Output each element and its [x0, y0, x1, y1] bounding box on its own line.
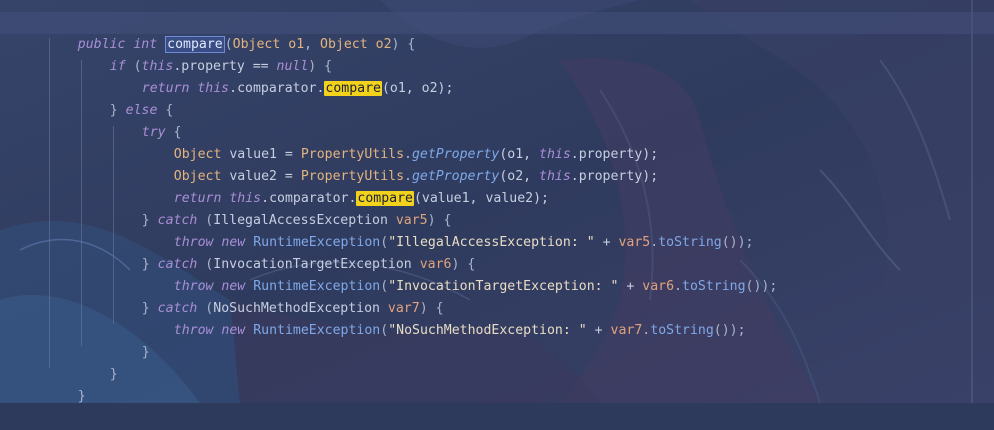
closing-brace: } — [141, 345, 150, 360]
code-line-2[interactable]: if (this.property == null) { — [78, 34, 332, 74]
string-literal: "NoSuchMethodException: " — [388, 323, 587, 338]
closing-brace: } — [109, 367, 118, 382]
punctuation: . — [650, 235, 659, 250]
punctuation: ()); — [713, 323, 746, 338]
code-line-10[interactable]: throw new RuntimeException("IllegalAcces… — [142, 210, 754, 250]
keyword-this: this — [197, 81, 230, 96]
code-line-14[interactable]: throw new RuntimeException("NoSuchMethod… — [142, 298, 746, 338]
code-line-7[interactable]: Object value2 = PropertyUtils.getPropert… — [142, 144, 658, 184]
punctuation: ()); — [721, 235, 754, 250]
operator: + — [586, 323, 611, 338]
parameter: o2 — [375, 37, 392, 52]
code-line-12[interactable]: throw new RuntimeException("InvocationTa… — [142, 254, 778, 294]
code-line-13[interactable]: } catch (NoSuchMethodException var7) { — [110, 276, 444, 316]
code-line-8[interactable]: return this.comparator.compare(value1, v… — [142, 166, 549, 206]
operator: + — [618, 279, 643, 294]
code-line-17[interactable]: } — [46, 364, 86, 404]
closing-brace: } — [77, 389, 86, 404]
code-line-11[interactable]: } catch (InvocationTargetException var6)… — [110, 232, 476, 272]
code-editor[interactable]: public int compare (Object o1, Object o2)… — [0, 0, 994, 404]
code-line-6[interactable]: Object value1 = PropertyUtils.getPropert… — [142, 122, 658, 162]
operator: + — [594, 235, 619, 250]
punctuation: ( — [380, 323, 389, 338]
code-line-1[interactable]: public int compare (Object o1, Object o2)… — [46, 12, 415, 53]
search-match-highlight[interactable]: compare — [324, 81, 382, 96]
arguments: (o1, o2); — [381, 81, 454, 96]
indent-guide — [49, 38, 50, 368]
code-line-15[interactable]: } — [110, 320, 150, 360]
punctuation: . — [674, 279, 682, 294]
punctuation: ) { — [391, 37, 416, 52]
variable: var5 — [618, 235, 651, 250]
field-access: .property); — [570, 169, 659, 184]
method-call: toString — [650, 323, 714, 338]
constructor-name: RuntimeException — [253, 323, 381, 338]
variable: var6 — [642, 279, 675, 294]
code-line-9[interactable]: } catch (IllegalAccessException var5) { — [110, 188, 452, 228]
method-call: toString — [658, 235, 722, 250]
field-access: .comparator. — [229, 81, 325, 96]
punctuation: ()); — [745, 279, 778, 294]
code-line-16[interactable]: } — [78, 342, 118, 382]
code-line-5[interactable]: try { — [110, 100, 182, 140]
code-line-3[interactable]: return this.comparator.compare(o1, o2); — [110, 56, 453, 96]
keyword: throw — [173, 323, 214, 338]
variable: var7 — [610, 323, 643, 338]
keyword: new — [221, 323, 246, 338]
code-line-4[interactable]: } else { — [78, 78, 174, 118]
method-call: toString — [682, 279, 746, 294]
